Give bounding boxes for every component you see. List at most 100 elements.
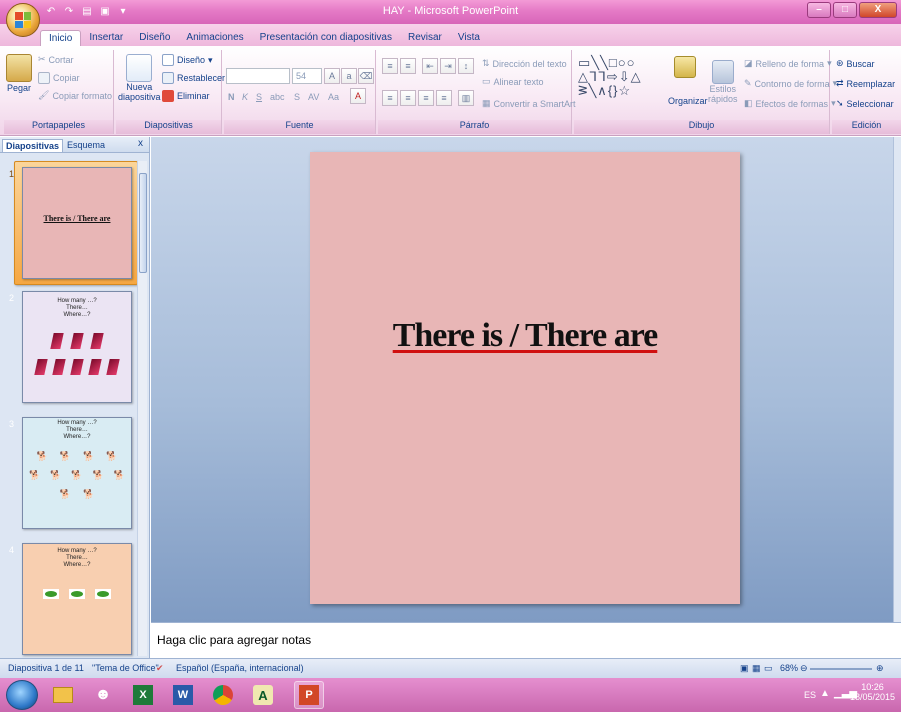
char-spacing-button[interactable]: AV <box>308 92 319 102</box>
current-slide[interactable]: There is / There are <box>310 152 740 604</box>
underline-button[interactable]: S <box>256 92 262 102</box>
tab-revisar[interactable]: Revisar <box>400 30 450 46</box>
language-indicator[interactable]: ES <box>804 690 816 700</box>
slide-thumbnail-1[interactable]: 1 There is / There are <box>0 161 138 285</box>
layout-button[interactable]: Diseño ▾ <box>162 54 213 66</box>
notes-pane[interactable]: Haga clic para agregar notas <box>151 622 901 658</box>
cut-button[interactable]: ✂ Cortar <box>38 54 74 65</box>
quick-styles-button[interactable]: Estilos rápidos <box>708 60 738 104</box>
group-label-clipboard: Portapapeles <box>4 120 113 134</box>
start-button[interactable] <box>6 680 38 710</box>
group-label-font: Fuente <box>224 120 375 134</box>
language-status[interactable]: Español (España, internacional) <box>176 663 304 673</box>
tab-vista[interactable]: Vista <box>450 30 488 46</box>
increase-indent-button[interactable]: ⇥ <box>440 58 456 74</box>
bold-button[interactable]: N <box>228 92 235 102</box>
bullets-button[interactable]: ≡ <box>382 58 398 74</box>
line-spacing-button[interactable]: ↕ <box>458 58 474 74</box>
normal-view-icon[interactable]: ▣ <box>740 663 749 674</box>
chrome-icon[interactable] <box>208 681 238 709</box>
columns-button[interactable]: ▥ <box>458 90 474 106</box>
zoom-level[interactable]: 68% <box>780 663 798 673</box>
reset-button[interactable]: Restablecer <box>162 72 225 84</box>
font-size-field[interactable]: 54 <box>292 68 322 84</box>
close-panel-icon[interactable]: x <box>138 138 143 149</box>
italic-button[interactable]: K <box>242 92 248 102</box>
tab-dise-o[interactable]: Diseño <box>131 30 178 46</box>
arrange-button[interactable] <box>674 56 696 78</box>
group-font: 54 A a ⌫ N K S abc S AV Aa A Fuente <box>224 50 376 134</box>
align-right-button[interactable]: ≡ <box>418 90 434 106</box>
slideshow-icon[interactable]: ▭ <box>764 663 773 674</box>
file-explorer-icon[interactable] <box>48 681 78 709</box>
slide-sorter-icon[interactable]: ▦ <box>752 663 761 674</box>
clock[interactable]: 10:26 18/05/2015 <box>850 682 895 702</box>
text-direction-button[interactable]: ⇅ Dirección del texto <box>482 58 567 69</box>
shape-effects-button[interactable]: ◧ Efectos de formas ▾ <box>744 98 836 109</box>
group-label-slides: Diapositivas <box>116 120 221 134</box>
format-painter-button[interactable]: 🖌 Copiar formato <box>38 90 112 101</box>
slide-number: 4 <box>9 545 15 555</box>
zoom-in-icon[interactable]: ⊕ <box>876 663 884 674</box>
zoom-out-icon[interactable]: ⊖ <box>800 663 808 674</box>
align-left-button[interactable]: ≡ <box>382 90 398 106</box>
shape-outline-button[interactable]: ✎ Contorno de forma ▾ <box>744 78 837 89</box>
tab-outline[interactable]: Esquema <box>64 139 108 151</box>
effects-icon: ◧ <box>744 98 753 108</box>
shapes-gallery[interactable]: ▭╲╲□○○ △ᒣᒣ⇨⇩△ ᕒ╲∧{}☆ <box>578 56 666 100</box>
select-button[interactable]: ➘ Seleccionar <box>836 98 894 109</box>
grow-font-button[interactable]: A <box>324 68 340 84</box>
new-slide-button[interactable]: Nueva diapositiva <box>118 54 161 102</box>
office-button[interactable] <box>6 3 40 37</box>
paint-bucket-icon: ◪ <box>744 58 753 68</box>
numbering-button[interactable]: ≡ <box>400 58 416 74</box>
decrease-indent-button[interactable]: ⇤ <box>422 58 438 74</box>
app-icon[interactable]: A <box>248 681 278 709</box>
slide-title[interactable]: There is / There are <box>310 317 740 355</box>
clear-formatting-button[interactable]: ⌫ <box>358 68 374 84</box>
slide-thumbnail-3[interactable]: 3 How many …? There… Where…? 🐕 🐕 🐕 🐕 🐕 🐕 🐕 🐕 🐕 … <box>0 417 138 531</box>
justify-button[interactable]: ≡ <box>436 90 452 106</box>
clipboard-icon <box>6 54 32 82</box>
zoom-slider[interactable] <box>810 668 872 670</box>
slide-thumbnail-2[interactable]: 2 How many …? There… Where…? <box>0 291 138 405</box>
tab-insertar[interactable]: Insertar <box>81 30 131 46</box>
editor-vertical-scrollbar[interactable] <box>893 137 901 622</box>
ribbon-tabs: Inicio Insertar Diseño Animaciones Presentac… <box>0 24 901 46</box>
convert-smartart-button[interactable]: ▦ Convertir a SmartArt <box>482 98 576 109</box>
change-case-button[interactable]: Aa <box>328 92 339 102</box>
spellcheck-icon[interactable]: ✔ <box>156 663 164 674</box>
align-center-button[interactable]: ≡ <box>400 90 416 106</box>
tab-animaciones[interactable]: Animaciones <box>178 30 251 46</box>
font-name-field[interactable] <box>226 68 290 84</box>
dog-icon: 🐕 <box>83 489 95 499</box>
align-text-button[interactable]: ▭ Alinear texto <box>482 76 544 87</box>
notebook-icon <box>34 359 48 375</box>
paste-button[interactable]: Pegar <box>6 54 32 93</box>
find-button[interactable]: ⊛ Buscar <box>836 58 875 69</box>
excel-icon[interactable]: X <box>128 681 158 709</box>
scrollbar-thumb[interactable] <box>139 173 147 273</box>
notebook-icon <box>88 359 102 375</box>
panel-scrollbar[interactable] <box>137 161 147 656</box>
show-hidden-icons-icon[interactable]: ▲ <box>820 688 830 699</box>
shadow-button[interactable]: S <box>294 92 300 102</box>
shrink-font-button[interactable]: a <box>341 68 357 84</box>
font-color-button[interactable]: A <box>350 88 366 104</box>
tab-inicio[interactable]: Inicio <box>40 30 82 46</box>
powerpoint-icon[interactable]: P <box>294 681 324 709</box>
copy-button[interactable]: Copiar <box>38 72 80 84</box>
tab-presentaci-n-con-diapositivas[interactable]: Presentación con diapositivas <box>252 30 400 46</box>
people-icon[interactable]: ☻ <box>88 681 118 709</box>
slide-thumbnail-4[interactable]: 4 How many …? There… Where…? <box>0 543 138 655</box>
word-icon[interactable]: W <box>168 681 198 709</box>
maximize-button[interactable]: □ <box>833 2 857 18</box>
shape-fill-button[interactable]: ◪ Relleno de forma ▾ <box>744 58 832 69</box>
office-logo-icon <box>15 12 31 28</box>
strikethrough-button[interactable]: abc <box>270 92 285 102</box>
replace-button[interactable]: ⇄ Reemplazar <box>836 78 895 89</box>
minimize-button[interactable]: – <box>807 2 831 18</box>
delete-slide-button[interactable]: Eliminar <box>162 90 210 102</box>
tab-slides[interactable]: Diapositivas <box>2 139 64 152</box>
close-button[interactable]: X <box>859 2 897 18</box>
